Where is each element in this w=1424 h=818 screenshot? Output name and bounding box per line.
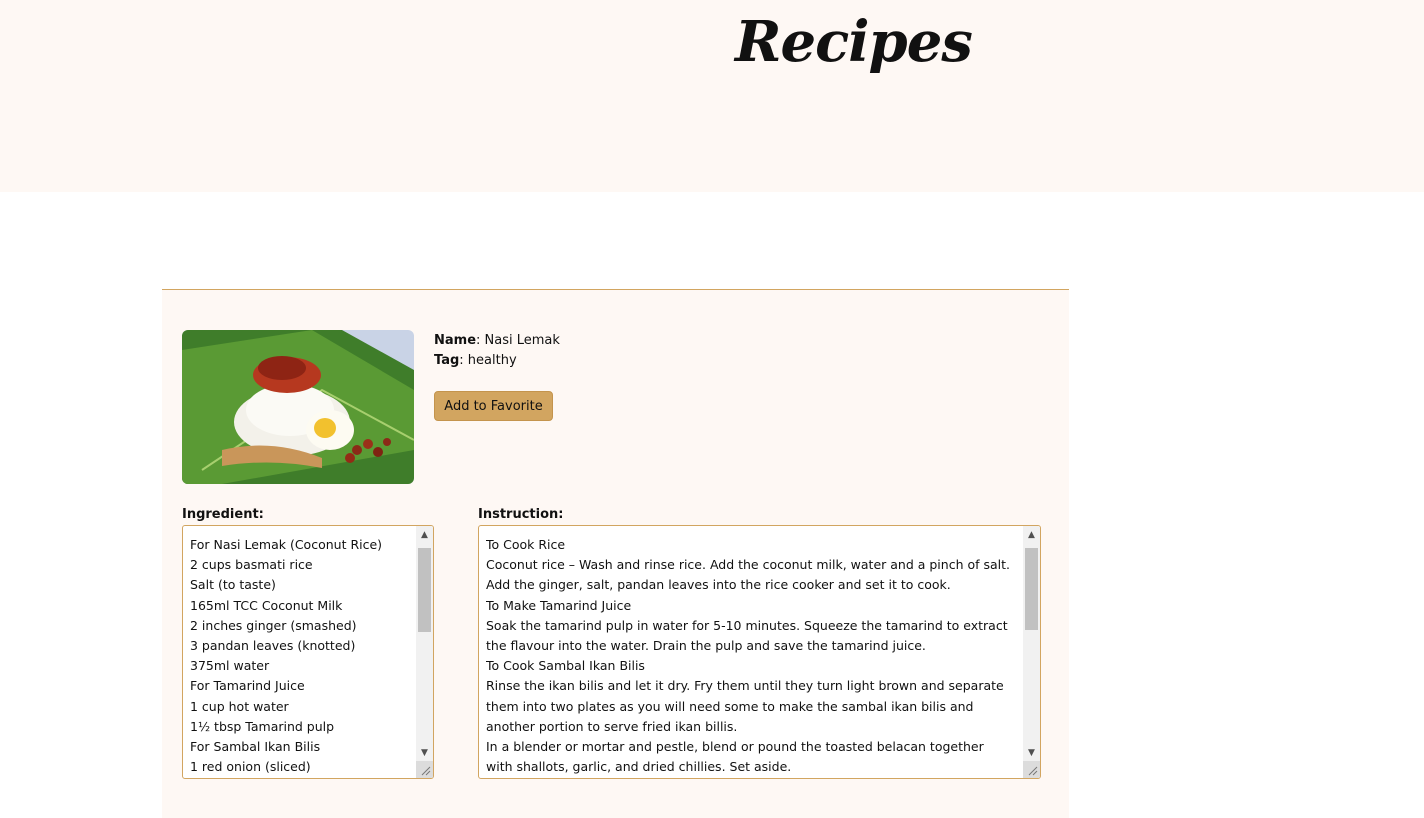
instruction-line: Soak the tamarind pulp in water for 5-10… [486,617,1008,633]
tag-label: Tag [434,353,460,368]
instruction-line: In a blender or mortar and pestle, blend… [486,739,984,755]
scroll-thumb[interactable] [418,548,431,632]
page-title: Recipes [735,9,973,75]
recipe-name: Nasi Lemak [484,333,560,348]
ingredient-line: For Nasi Lemak (Coconut Rice) [190,537,383,552]
instruction-line: with shallots, garlic, and dried chillie… [486,759,792,775]
page-header: Recipes [0,0,1424,192]
ingredient-line: 3 pandan leaves (knotted) [190,638,356,654]
scroll-thumb[interactable] [1025,548,1038,630]
ingredient-scrollbar[interactable]: ▲ ▼ [416,526,433,778]
instruction-label: Instruction: [478,507,564,522]
recipe-meta: Name: Nasi Lemak Tag: healthy [434,331,560,371]
recipe-name-row: Name: Nasi Lemak [434,333,560,348]
ingredient-lines: For Nasi Lemak (Coconut Rice) 2 cups basm… [190,535,409,777]
resize-handle-icon[interactable] [416,761,433,778]
recipe-tag-row: Tag: healthy [434,353,517,368]
instruction-lines: To Cook Rice Coconut rice – Wash and rins… [486,535,1016,777]
instruction-line: To Cook Sambal Ikan Bilis [486,658,645,674]
ingredient-line: For Sambal Ikan Bilis [190,739,321,755]
ingredient-line: 2 cups basmati rice [190,557,313,573]
instruction-line: another portion to serve fried ikan bill… [486,718,738,734]
ingredient-line: 165ml TCC Coconut Milk [190,597,343,613]
instruction-line: Rinse the ikan bilis and let it dry. Fry… [486,678,1004,694]
recipe-tag: healthy [467,353,517,368]
scroll-down-icon[interactable]: ▼ [416,744,433,761]
ingredient-line: 1 cup hot water [190,698,289,714]
instruction-textarea[interactable]: To Cook Rice Coconut rice – Wash and rins… [478,525,1041,779]
instruction-scrollbar[interactable]: ▲ ▼ [1023,526,1040,778]
instruction-line: them into two plates as you will need so… [486,698,974,714]
ingredient-label: Ingredient: [182,507,264,522]
instruction-line: To Make Tamarind Juice [486,597,632,613]
recipe-photo [182,330,414,484]
ingredient-line: For Tamarind Juice [190,678,305,694]
scroll-up-icon[interactable]: ▲ [1023,526,1040,543]
ingredient-line: Salt (to taste) [190,577,276,593]
ingredient-line: 1 red onion (sliced) [190,759,311,775]
name-label: Name [434,333,477,348]
resize-handle-icon[interactable] [1023,761,1040,778]
add-to-favorite-button[interactable]: Add to Favorite [434,391,553,421]
scroll-up-icon[interactable]: ▲ [416,526,433,543]
recipe-card: Name: Nasi Lemak Tag: healthy Add to Fav… [162,289,1069,818]
instruction-line: To Cook Rice [486,537,566,552]
scroll-down-icon[interactable]: ▼ [1023,744,1040,761]
ingredient-textarea[interactable]: For Nasi Lemak (Coconut Rice) 2 cups basm… [182,525,434,779]
instruction-line: Add the ginger, salt, pandan leaves into… [486,577,951,593]
ingredient-line: 1½ tbsp Tamarind pulp [190,718,335,734]
instruction-line: the flavour into the water. Drain the pu… [486,638,926,654]
ingredient-line: 2 inches ginger (smashed) [190,617,357,633]
ingredient-line: 375ml water [190,658,270,674]
instruction-line: Coconut rice – Wash and rinse rice. Add … [486,557,1011,573]
